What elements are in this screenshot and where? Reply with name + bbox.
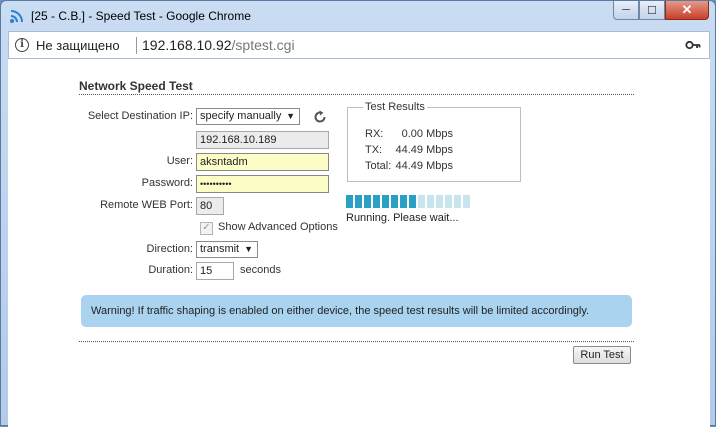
progress-segment xyxy=(436,195,443,208)
security-status[interactable]: Не защищено xyxy=(36,38,120,53)
progress-segment xyxy=(409,195,416,208)
wifi-signal-icon xyxy=(10,10,23,23)
address-bar[interactable]: i Не защищено 192.168.10.92/sptest.cgi xyxy=(8,31,710,59)
tx-label: TX: xyxy=(365,144,383,156)
progress-segment xyxy=(418,195,425,208)
info-icon[interactable]: i xyxy=(15,38,29,52)
window-controls: ─ ☐ ✕ xyxy=(613,1,709,20)
remote-port-label: Remote WEB Port: xyxy=(100,199,193,211)
form-title: Network Speed Test xyxy=(79,79,193,93)
direction-label: Direction: xyxy=(146,243,193,255)
rx-label: RX: xyxy=(365,128,384,140)
direction-value: transmit xyxy=(200,243,240,255)
duration-field[interactable]: 15 xyxy=(196,262,234,280)
advanced-options-label[interactable]: Show Advanced Options xyxy=(218,221,338,233)
progress-status: Running. Please wait... xyxy=(346,212,459,224)
direction-select[interactable]: transmit ▼ xyxy=(196,241,258,258)
url-text[interactable]: 192.168.10.92/sptest.cgi xyxy=(142,37,295,53)
progress-segment xyxy=(391,195,398,208)
rx-value: 0.00 Mbps xyxy=(401,128,453,140)
progress-bar xyxy=(346,195,472,208)
progress-segment xyxy=(427,195,434,208)
close-button[interactable]: ✕ xyxy=(665,1,709,20)
results-legend: Test Results xyxy=(363,101,427,113)
progress-segment xyxy=(355,195,362,208)
url-host: 192.168.10.92 xyxy=(142,37,232,53)
tx-value: 44.49 Mbps xyxy=(395,144,453,156)
refresh-icon[interactable] xyxy=(313,110,327,124)
progress-segment xyxy=(346,195,353,208)
warning-text: Warning! If traffic shaping is enabled o… xyxy=(91,305,590,317)
remote-port-field[interactable]: 80 xyxy=(196,197,224,215)
footer-divider xyxy=(79,341,634,342)
progress-segment xyxy=(445,195,452,208)
progress-segment xyxy=(382,195,389,208)
destination-mode-select[interactable]: specify manually ▼ xyxy=(196,108,300,125)
progress-segment xyxy=(364,195,371,208)
password-field[interactable]: •••••••••• xyxy=(196,175,329,193)
destination-ip-label: Select Destination IP: xyxy=(87,110,193,122)
address-divider xyxy=(136,37,137,54)
url-path: /sptest.cgi xyxy=(231,37,295,53)
progress-segment xyxy=(463,195,470,208)
destination-mode-value: specify manually xyxy=(200,110,282,122)
run-test-button[interactable]: Run Test xyxy=(573,346,631,364)
page-content: Network Speed Test Select Destination IP… xyxy=(8,59,710,427)
total-value: 44.49 Mbps xyxy=(395,160,453,172)
window-title: [25 - C.B.] - Speed Test - Google Chrome xyxy=(31,9,251,23)
progress-segment xyxy=(454,195,461,208)
warning-banner: Warning! If traffic shaping is enabled o… xyxy=(81,295,632,327)
duration-unit: seconds xyxy=(240,264,281,276)
chevron-down-icon: ▼ xyxy=(244,244,253,254)
title-divider xyxy=(79,94,634,95)
browser-window: [25 - C.B.] - Speed Test - Google Chrome… xyxy=(0,0,716,427)
chevron-down-icon: ▼ xyxy=(286,111,295,121)
advanced-options-checkbox[interactable]: ✓ xyxy=(200,222,213,235)
duration-label: Duration: xyxy=(148,264,193,276)
maximize-button[interactable]: ☐ xyxy=(639,1,665,20)
password-label: Password: xyxy=(141,177,193,189)
title-bar[interactable]: [25 - C.B.] - Speed Test - Google Chrome… xyxy=(1,1,715,31)
destination-ip-field[interactable]: 192.168.10.189 xyxy=(196,131,329,149)
minimize-button[interactable]: ─ xyxy=(613,1,639,20)
user-label: User: xyxy=(166,155,193,167)
user-field[interactable]: aksntadm xyxy=(196,153,329,171)
key-icon[interactable] xyxy=(685,37,701,53)
progress-segment xyxy=(400,195,407,208)
progress-segment xyxy=(373,195,380,208)
